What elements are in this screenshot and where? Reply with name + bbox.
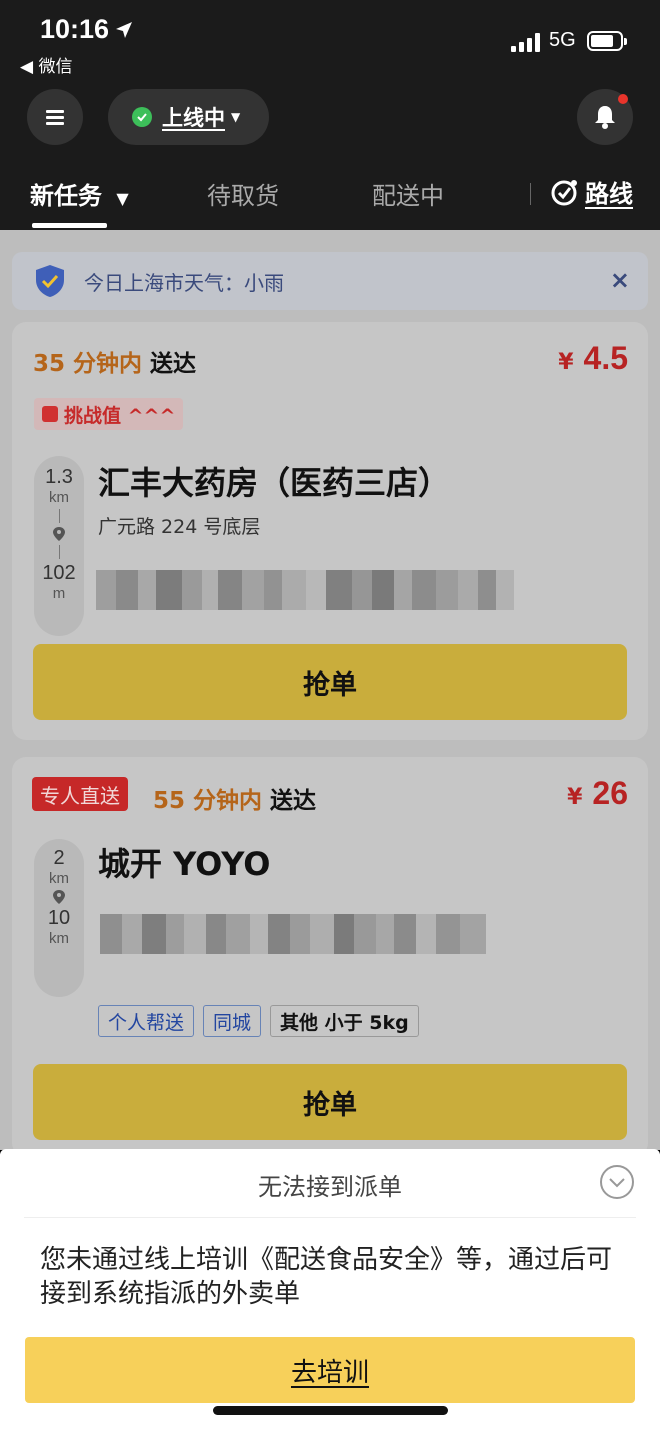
challenge-badge: 挑战值 ^^^ bbox=[34, 398, 184, 430]
tag-same-city: 同城 bbox=[203, 1005, 262, 1037]
filter-icon: ▼ bbox=[116, 189, 129, 208]
online-status-label: 上线中 bbox=[162, 106, 225, 130]
back-to-app-link[interactable]: ◀ 微信 bbox=[20, 52, 72, 77]
go-training-button[interactable]: 去培训 bbox=[25, 1337, 635, 1403]
check-circle-icon bbox=[132, 107, 152, 127]
store-name: 汇丰大药房（医药三店） bbox=[98, 464, 451, 502]
pickup-distance: 1.3 bbox=[45, 466, 73, 488]
tag-personal-delivery: 个人帮送 bbox=[98, 1005, 195, 1037]
order-tags: 个人帮送 同城 其他 小于 5kg bbox=[98, 1005, 419, 1037]
challenge-icon bbox=[42, 406, 58, 422]
order-price: ¥26 bbox=[567, 775, 628, 812]
tab-awaiting-pickup[interactable]: 待取货 bbox=[207, 176, 279, 211]
menu-button[interactable] bbox=[27, 89, 83, 145]
order-price: ¥4.5 bbox=[558, 340, 628, 377]
drop-distance: 102 bbox=[42, 562, 76, 584]
network-type: 5G bbox=[549, 29, 576, 51]
route-icon bbox=[551, 179, 577, 205]
location-arrow-icon bbox=[116, 22, 132, 38]
chevron-down-icon bbox=[609, 1178, 625, 1188]
order-card[interactable]: 专人直送 55 分钟内 送达 ¥26 2 km 10 km 城开 YOYO 个人帮… bbox=[12, 757, 648, 1150]
signal-icon bbox=[511, 32, 540, 52]
dispatch-warning-sheet: 无法接到派单 您未通过线上培训《配送食品安全》等，通过后可接到系统指派的外卖单 … bbox=[0, 1149, 660, 1429]
sheet-message: 您未通过线上培训《配送食品安全》等，通过后可接到系统指派的外卖单 bbox=[40, 1245, 613, 1309]
pickup-distance-unit: km bbox=[49, 870, 69, 887]
active-tab-indicator bbox=[32, 223, 107, 228]
distance-column: 1.3 km 102 m bbox=[34, 456, 84, 636]
close-icon[interactable]: × bbox=[610, 266, 630, 294]
battery-icon bbox=[587, 31, 627, 51]
price-value: 26 bbox=[592, 775, 628, 811]
delivery-eta: 35 分钟内 送达 bbox=[33, 344, 196, 378]
clock: 10:16 bbox=[40, 14, 110, 44]
eta-time: 35 分钟内 bbox=[33, 351, 143, 377]
shield-icon bbox=[36, 265, 64, 297]
caret-down-icon: ▼ bbox=[231, 110, 241, 124]
home-indicator[interactable] bbox=[213, 1406, 448, 1415]
dedicated-delivery-badge: 专人直送 bbox=[32, 777, 128, 811]
route-button[interactable]: 路线 bbox=[551, 174, 633, 209]
price-value: 4.5 bbox=[583, 340, 628, 376]
notification-dot bbox=[618, 94, 628, 104]
app-header: 上线中 ▼ bbox=[0, 84, 660, 156]
challenge-label: 挑战值 ^^^ bbox=[64, 404, 176, 427]
drop-distance-unit: km bbox=[49, 930, 69, 947]
tab-new-tasks[interactable]: 新任务 ▼ bbox=[30, 176, 129, 211]
redacted-address bbox=[96, 570, 528, 610]
location-pin-icon bbox=[53, 890, 65, 904]
grab-order-button[interactable]: 抢单 bbox=[33, 644, 627, 720]
eta-suffix: 送达 bbox=[150, 351, 197, 377]
bell-icon bbox=[595, 106, 615, 129]
collapse-button[interactable] bbox=[600, 1165, 634, 1199]
store-address: 广元路 224 号底层 bbox=[98, 516, 261, 538]
pickup-distance: 2 bbox=[53, 847, 65, 869]
currency-symbol: ¥ bbox=[558, 350, 574, 375]
drop-distance-unit: m bbox=[52, 585, 66, 602]
menu-icon bbox=[46, 107, 64, 128]
store-name: 城开 YOYO bbox=[98, 845, 271, 883]
pickup-distance-unit: km bbox=[49, 489, 69, 506]
currency-symbol: ¥ bbox=[567, 785, 583, 810]
route-label: 路线 bbox=[585, 180, 633, 208]
tab-label: 新任务 bbox=[30, 182, 102, 210]
distance-column: 2 km 10 km bbox=[34, 839, 84, 997]
sheet-title: 无法接到派单 bbox=[258, 1173, 402, 1201]
eta-time: 55 分钟内 bbox=[153, 788, 263, 814]
order-card[interactable]: 35 分钟内 送达 ¥4.5 挑战值 ^^^ 1.3 km 102 m 汇丰大药房… bbox=[12, 322, 648, 740]
drop-distance: 10 bbox=[47, 907, 71, 929]
divider bbox=[24, 1217, 636, 1218]
tag-weight: 其他 小于 5kg bbox=[270, 1005, 419, 1037]
weather-notice-text: 今日上海市天气：小雨 bbox=[84, 270, 284, 295]
task-tabs: 新任务 ▼ 待取货 配送中 路线 bbox=[0, 156, 660, 230]
tab-delivering[interactable]: 配送中 bbox=[372, 176, 444, 211]
weather-notice: 今日上海市天气：小雨 × bbox=[12, 252, 648, 310]
location-pin-icon bbox=[53, 527, 65, 541]
delivery-eta: 55 分钟内 送达 bbox=[153, 781, 316, 815]
redacted-address bbox=[100, 914, 498, 954]
online-status-toggle[interactable]: 上线中 ▼ bbox=[108, 89, 269, 145]
tab-divider bbox=[530, 183, 531, 205]
eta-suffix: 送达 bbox=[270, 788, 317, 814]
status-bar: 10:16 ◀ 微信 5G bbox=[0, 0, 660, 84]
task-feed: 今日上海市天气：小雨 × 35 分钟内 送达 ¥4.5 挑战值 ^^^ 1.3 k… bbox=[0, 230, 660, 1150]
grab-order-button[interactable]: 抢单 bbox=[33, 1064, 627, 1140]
